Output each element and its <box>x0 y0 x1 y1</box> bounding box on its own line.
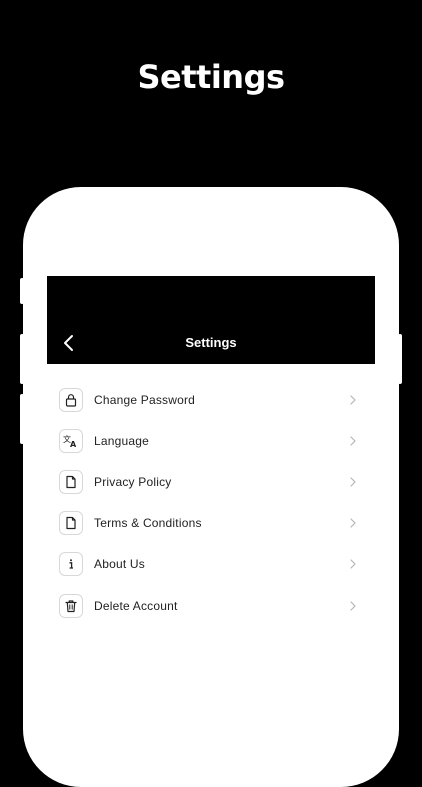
promo-title: Settings <box>137 58 285 96</box>
translate-icon: 文 A <box>59 428 83 453</box>
menu-item-change-password[interactable]: Change Password <box>59 379 359 420</box>
menu-item-delete-account[interactable]: Delete Account <box>59 585 359 626</box>
chevron-right-icon <box>350 477 356 487</box>
menu-item-label: About Us <box>94 557 145 572</box>
chevron-right-icon <box>350 600 356 611</box>
document-icon <box>59 511 83 536</box>
menu-item-label: Terms & Conditions <box>94 516 202 531</box>
menu-item-language[interactable]: 文 A Language <box>59 420 359 461</box>
trash-icon <box>59 593 83 618</box>
menu-item-label: Change Password <box>94 392 196 407</box>
chevron-right-icon <box>350 394 356 405</box>
svg-text:A: A <box>70 440 77 448</box>
menu-item-terms-conditions[interactable]: Terms & Conditions <box>59 503 359 544</box>
lock-icon <box>59 387 83 412</box>
menu-item-label: Language <box>94 433 149 448</box>
chevron-right-icon <box>350 559 356 569</box>
chevron-right-icon <box>350 518 356 528</box>
menu-item-label: Delete Account <box>94 598 178 613</box>
settings-menu: Change Password 文 A Language Privacy Pol… <box>59 379 359 626</box>
menu-item-about-us[interactable]: About Us <box>59 544 359 585</box>
chevron-right-icon <box>350 436 356 446</box>
page-title: Settings <box>185 335 237 350</box>
menu-item-privacy-policy[interactable]: Privacy Policy <box>59 461 359 502</box>
phone-frame: Settings Change Password 文 A Language Pr… <box>23 187 399 787</box>
info-icon <box>59 552 83 577</box>
app-header: Settings <box>47 276 375 364</box>
menu-item-label: Privacy Policy <box>94 474 172 489</box>
document-icon <box>59 469 83 494</box>
